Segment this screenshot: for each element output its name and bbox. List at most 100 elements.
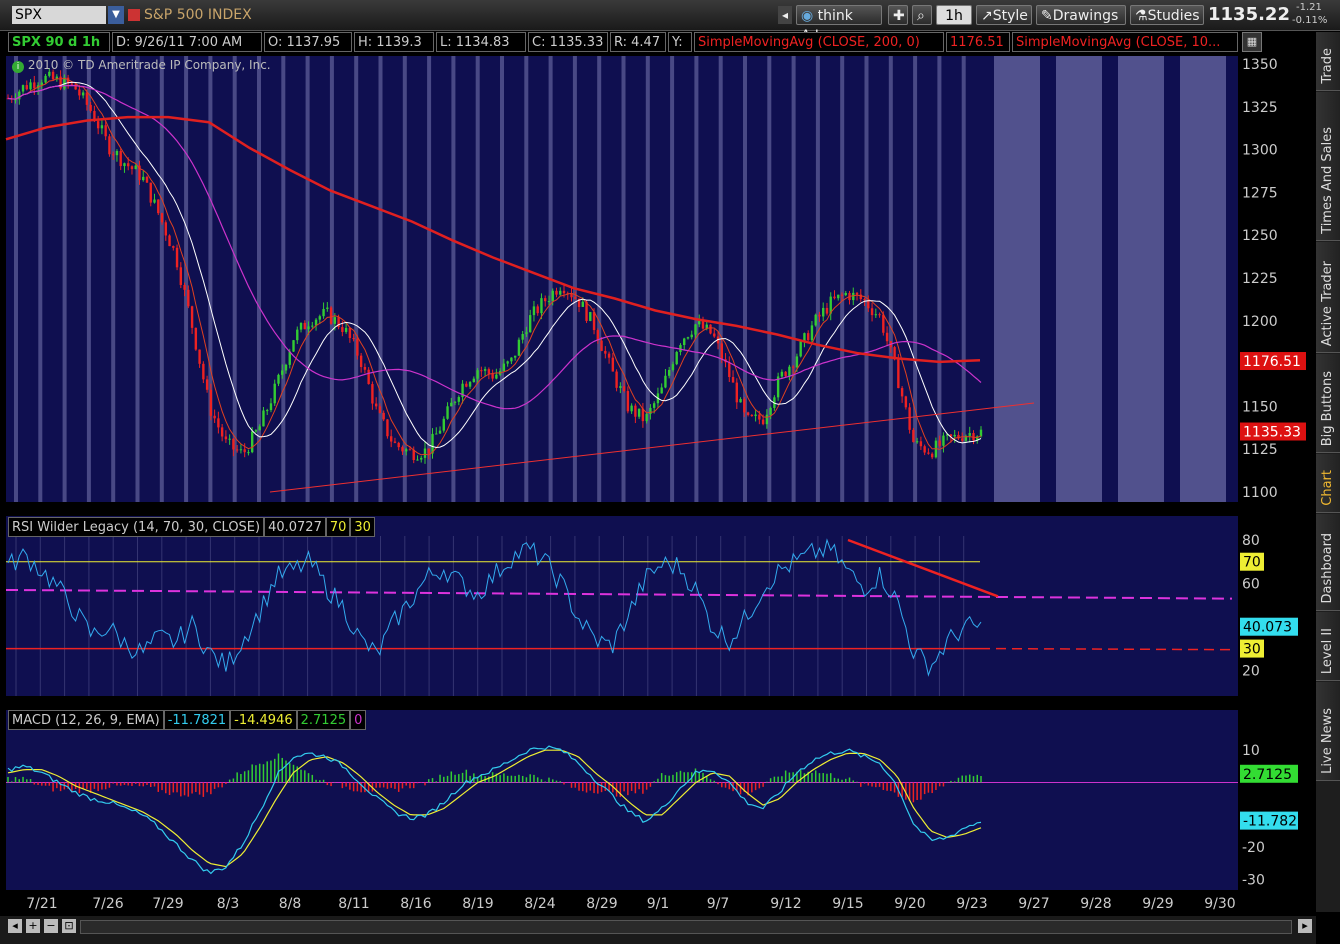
rsi-value: 40.0727 xyxy=(264,517,326,537)
candle xyxy=(915,441,919,443)
rsi-chart[interactable]: 20 60 80 70 40.073 30 xyxy=(0,514,1316,698)
style-icon: ↗ xyxy=(981,8,993,24)
session-band xyxy=(937,56,942,502)
candle xyxy=(544,298,547,302)
candle xyxy=(867,300,870,309)
candle xyxy=(637,408,641,417)
candle xyxy=(134,165,137,170)
macd-header: MACD (12, 26, 9, EMA) -11.7821 -14.4946 2.7… xyxy=(8,710,367,730)
crosshair-icon[interactable]: ✚ xyxy=(888,5,908,25)
candle xyxy=(164,222,167,236)
bar-date: D: 9/26/11 7:00 AM xyxy=(112,32,262,52)
candle xyxy=(806,333,810,341)
sma-other-label[interactable]: SimpleMovingAvg (CLOSE, 10... xyxy=(1012,32,1238,52)
candle xyxy=(784,371,787,377)
candle xyxy=(600,340,603,351)
session-band xyxy=(159,56,164,502)
candle xyxy=(183,284,186,290)
timeframe-button[interactable]: 1h xyxy=(936,5,972,25)
session-band xyxy=(597,56,602,502)
price-tick-label: 1200 xyxy=(1242,314,1278,330)
candle xyxy=(457,397,461,402)
candle xyxy=(108,136,111,155)
drawings-button[interactable]: ✎Drawings xyxy=(1036,5,1126,25)
session-band xyxy=(815,56,820,502)
candle xyxy=(149,182,152,203)
rsi-label[interactable]: RSI Wilder Legacy (14, 70, 30, CLOSE) xyxy=(8,517,265,537)
session-band xyxy=(475,56,480,502)
symbol-input[interactable]: SPX xyxy=(12,6,106,24)
sidebar-tab-label: Times And Sales xyxy=(1320,127,1335,234)
sidebar-tab-live-news[interactable]: Live News xyxy=(1316,682,1340,781)
scroll-left-icon[interactable]: ◂ xyxy=(8,919,22,933)
symbol-dropdown-icon[interactable]: ▼ xyxy=(108,6,124,24)
session-band xyxy=(38,56,43,502)
candle xyxy=(254,430,258,432)
macd-value-tag: -11.782 xyxy=(1243,814,1297,830)
candle xyxy=(378,406,382,413)
session-band xyxy=(791,56,796,502)
candle xyxy=(250,431,254,453)
macd-zero-value: 0 xyxy=(350,710,367,730)
zoom-icon[interactable]: ⌕ xyxy=(912,5,932,25)
macd-chart[interactable]: -30 -20 10 2.7125 -11.782 7/21 7/26 7/29 8/3 8/8 8… xyxy=(0,708,1316,916)
candle xyxy=(675,351,678,365)
sma200-label[interactable]: SimpleMovingAvg (CLOSE, 200, 0) xyxy=(694,32,944,52)
candle xyxy=(746,412,750,415)
price-change-pct: -0.11% xyxy=(1292,15,1328,26)
candle xyxy=(123,163,126,167)
session-band xyxy=(840,56,845,502)
sidebar-tab-times-and-sales[interactable]: Times And Sales xyxy=(1316,92,1340,241)
candle xyxy=(795,356,799,368)
zoom-out-icon[interactable]: − xyxy=(44,919,58,933)
candle xyxy=(769,407,772,415)
macd-label[interactable]: MACD (12, 26, 9, EMA) xyxy=(8,710,164,730)
studies-button[interactable]: ⚗Studies xyxy=(1130,5,1204,25)
style-button[interactable]: ↗Style xyxy=(976,5,1032,25)
zoom-in-icon[interactable]: + xyxy=(26,919,40,933)
candle xyxy=(540,298,543,314)
date-tick-label: 8/29 xyxy=(586,896,617,912)
scroll-right-icon[interactable]: ▸ xyxy=(1298,919,1312,933)
candle xyxy=(408,449,412,451)
fit-icon[interactable]: ⊡ xyxy=(62,919,76,933)
studies-label: Studies xyxy=(1147,8,1200,24)
sidebar-tab-chart[interactable]: Chart xyxy=(1316,454,1340,513)
candle xyxy=(78,89,81,96)
bar-range: R: 4.47 xyxy=(610,32,666,52)
sidebar-tab-level-ii[interactable]: Level II xyxy=(1316,612,1340,681)
date-tick-label: 9/15 xyxy=(832,896,863,912)
chevron-left-icon[interactable]: ◂ xyxy=(778,6,792,24)
candle xyxy=(352,337,355,340)
candle xyxy=(453,401,457,403)
horizontal-scrollbar[interactable] xyxy=(80,920,1292,934)
candle xyxy=(645,413,648,422)
candle xyxy=(517,339,521,356)
price-chart[interactable]: 1100112511501175120012251250127513001325… xyxy=(0,54,1316,504)
candle xyxy=(810,325,814,341)
sidebar-tab-dashboard[interactable]: Dashboard xyxy=(1316,514,1340,611)
candle xyxy=(923,446,926,453)
session-band xyxy=(402,56,407,502)
think-ai-button[interactable]: ◉ think A.I. xyxy=(796,5,882,44)
candle xyxy=(840,294,844,296)
sidebar-tab-active-trader[interactable]: Active Trader xyxy=(1316,242,1340,353)
sidebar-tab-big-buttons[interactable]: Big Buttons xyxy=(1316,354,1340,453)
chart-settings-icon[interactable]: ▦ xyxy=(1242,32,1262,52)
candle xyxy=(420,457,423,460)
sidebar-tab-trade[interactable]: Trade xyxy=(1316,32,1340,91)
candle xyxy=(690,334,693,338)
candle xyxy=(386,419,389,437)
candle xyxy=(822,307,825,317)
candle xyxy=(870,308,874,316)
rsi-70-tag: 70 xyxy=(1243,555,1261,571)
candle xyxy=(465,383,468,387)
session-band xyxy=(743,56,747,502)
price-tick-label: 1150 xyxy=(1242,399,1278,415)
last-price: 1135.22 xyxy=(1208,4,1290,25)
price-tick-label: 1125 xyxy=(1242,442,1278,458)
price-tick-label: 1350 xyxy=(1242,57,1278,73)
session-band xyxy=(888,56,893,502)
candle xyxy=(562,290,566,294)
candle xyxy=(232,438,235,450)
